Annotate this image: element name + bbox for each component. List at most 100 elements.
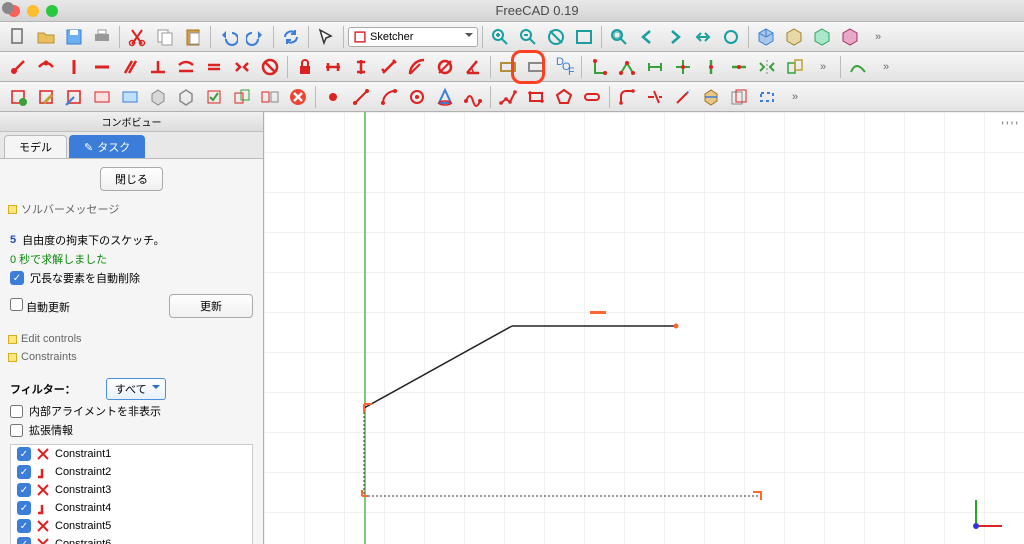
- tangent-icon[interactable]: [173, 54, 199, 80]
- bspline-icon[interactable]: [460, 84, 486, 110]
- activate-constraint-icon[interactable]: [523, 54, 549, 80]
- constraint-item[interactable]: ✓Constraint6: [11, 535, 252, 544]
- zoom-in-icon[interactable]: [487, 24, 513, 50]
- close-button[interactable]: 閉じる: [100, 167, 163, 191]
- toggle-driving-icon[interactable]: [495, 54, 521, 80]
- ver-distance-icon[interactable]: [348, 54, 374, 80]
- perpendicular-icon[interactable]: [145, 54, 171, 80]
- redo-icon[interactable]: [243, 24, 269, 50]
- parallel-icon[interactable]: [117, 54, 143, 80]
- stop-icon[interactable]: [285, 84, 311, 110]
- edit-sketch-icon[interactable]: [33, 84, 59, 110]
- constraint-item[interactable]: ✓Constraint3: [11, 481, 252, 499]
- conic-icon[interactable]: [432, 84, 458, 110]
- auto-delete-checkbox[interactable]: ✓: [10, 271, 24, 285]
- construction-icon[interactable]: [754, 84, 780, 110]
- select-v-axis-icon[interactable]: [698, 54, 724, 80]
- carbon-copy-icon[interactable]: [726, 84, 752, 110]
- nav-right-icon[interactable]: [662, 24, 688, 50]
- circle-icon[interactable]: [404, 84, 430, 110]
- constraint-item[interactable]: ✓Constraint2: [11, 463, 252, 481]
- radius-icon[interactable]: [404, 54, 430, 80]
- undo-icon[interactable]: [215, 24, 241, 50]
- ext-info-checkbox[interactable]: [10, 424, 23, 437]
- edit-controls-header[interactable]: Edit controls: [8, 333, 255, 345]
- nav-left-icon[interactable]: [634, 24, 660, 50]
- merge-sketch-icon[interactable]: [229, 84, 255, 110]
- minimize-window-button[interactable]: [27, 5, 39, 17]
- select-constraints-icon[interactable]: [642, 54, 668, 80]
- symmetry-icon[interactable]: [754, 54, 780, 80]
- mirror-sketch-icon[interactable]: [257, 84, 283, 110]
- front-view-icon[interactable]: [781, 24, 807, 50]
- vertical-icon[interactable]: [61, 54, 87, 80]
- view-sketch-icon[interactable]: [89, 84, 115, 110]
- print-icon[interactable]: [89, 24, 115, 50]
- hor-distance-icon[interactable]: [320, 54, 346, 80]
- overflow-2-icon[interactable]: »: [810, 54, 836, 80]
- point-on-object-icon[interactable]: [33, 54, 59, 80]
- block-icon[interactable]: [257, 54, 283, 80]
- constraint-item[interactable]: ✓Constraint1: [11, 445, 252, 463]
- nav-link-icon[interactable]: [690, 24, 716, 50]
- paste-icon[interactable]: [180, 24, 206, 50]
- refresh-icon[interactable]: [278, 24, 304, 50]
- auto-update-checkbox[interactable]: [10, 298, 23, 311]
- view-fit-icon[interactable]: [606, 24, 632, 50]
- polygon-icon[interactable]: [551, 84, 577, 110]
- select-h-axis-icon[interactable]: [726, 54, 752, 80]
- point-icon[interactable]: [320, 84, 346, 110]
- arc-icon[interactable]: [376, 84, 402, 110]
- overflow-3-icon[interactable]: »: [873, 54, 899, 80]
- reorient-icon[interactable]: [173, 84, 199, 110]
- zoom-window-button[interactable]: [46, 5, 58, 17]
- iso-view-icon[interactable]: [753, 24, 779, 50]
- save-icon[interactable]: [61, 24, 87, 50]
- top-view-icon[interactable]: [809, 24, 835, 50]
- view-section-icon[interactable]: [117, 84, 143, 110]
- bounding-box-icon[interactable]: [571, 24, 597, 50]
- trim-icon[interactable]: [642, 84, 668, 110]
- clone-icon[interactable]: [782, 54, 808, 80]
- solver-messages-header[interactable]: ソルバーメッセージ: [8, 201, 255, 217]
- cursor-icon[interactable]: [313, 24, 339, 50]
- filter-select[interactable]: すべて: [106, 378, 166, 400]
- workbench-selector[interactable]: Sketcher: [348, 27, 478, 47]
- extend-icon[interactable]: [670, 84, 696, 110]
- dof-icon[interactable]: DOF: [551, 54, 577, 80]
- hide-internal-checkbox[interactable]: [10, 405, 23, 418]
- overflow-icon[interactable]: »: [865, 24, 891, 50]
- panel-gear-icon[interactable]: [2, 2, 14, 14]
- equal-icon[interactable]: [201, 54, 227, 80]
- coincident-icon[interactable]: [5, 54, 31, 80]
- constraint-item[interactable]: ✓Constraint4: [11, 499, 252, 517]
- zoom-fit-icon[interactable]: [718, 24, 744, 50]
- close-shape-icon[interactable]: [586, 54, 612, 80]
- fillet-icon[interactable]: [614, 84, 640, 110]
- copy-icon[interactable]: [152, 24, 178, 50]
- diameter-icon[interactable]: [432, 54, 458, 80]
- distance-icon[interactable]: [376, 54, 402, 80]
- overflow-4-icon[interactable]: »: [782, 84, 808, 110]
- external-icon[interactable]: [698, 84, 724, 110]
- horizontal-icon[interactable]: [89, 54, 115, 80]
- symmetric-icon[interactable]: [229, 54, 255, 80]
- angle-icon[interactable]: [460, 54, 486, 80]
- slot-icon[interactable]: [579, 84, 605, 110]
- constraint-item[interactable]: ✓Constraint5: [11, 517, 252, 535]
- new-file-icon[interactable]: [5, 24, 31, 50]
- lock-icon[interactable]: [292, 54, 318, 80]
- cut-icon[interactable]: [124, 24, 150, 50]
- select-origin-icon[interactable]: [670, 54, 696, 80]
- nav-cube-placeholder[interactable]: '''': [1001, 118, 1020, 134]
- connect-icon[interactable]: [614, 54, 640, 80]
- constraints-header[interactable]: Constraints: [8, 351, 255, 363]
- draw-style-icon[interactable]: [543, 24, 569, 50]
- right-view-icon[interactable]: [837, 24, 863, 50]
- polyline-icon[interactable]: [495, 84, 521, 110]
- validate-icon[interactable]: [201, 84, 227, 110]
- zoom-out-icon[interactable]: [515, 24, 541, 50]
- line-icon[interactable]: [348, 84, 374, 110]
- open-file-icon[interactable]: [33, 24, 59, 50]
- tab-model[interactable]: モデル: [4, 135, 67, 158]
